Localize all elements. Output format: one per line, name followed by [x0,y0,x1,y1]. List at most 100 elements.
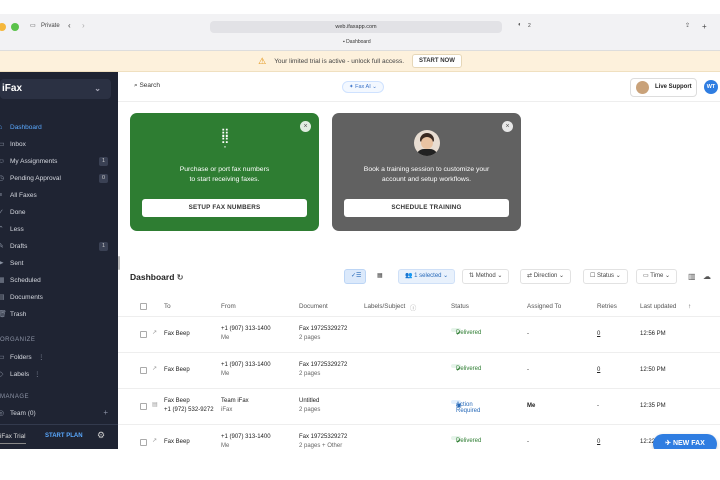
status-badge: ✔ Delivered [451,328,481,337]
status-label: Status [597,273,615,279]
maximize-button[interactable] [11,23,19,31]
method-filter[interactable]: ⇅ Method ⌄ [462,269,510,284]
document-pages: 2 pages [299,407,321,413]
search-input[interactable]: ⌕ Search [134,82,160,90]
row-checkbox[interactable] [140,367,147,374]
row-checkbox[interactable] [140,403,147,410]
document-name[interactable]: Fax 19725329272 [299,362,347,368]
document-name[interactable]: Fax 19725329272 [299,434,347,440]
setup-fax-numbers-button[interactable]: SETUP FAX NUMBERS [142,199,307,217]
new-fax-label: NEW FAX [672,440,705,447]
sidebar-toggle-icon[interactable]: ▭ [30,22,36,29]
table-row[interactable]: ↗ Fax Beep +1 (907) 313-1400 Me Fax 19725329… [118,424,720,449]
sidebar-item-sent[interactable]: ➤ Sent [0,256,112,271]
sidebar-item-dashboard[interactable]: ⌂ Dashboard [0,120,112,135]
sidebar-item-label: Inbox [10,141,26,148]
time-filter[interactable]: ▭ Time ⌄ [636,269,678,284]
fax-ai-label: Fax AI [355,84,371,90]
tab-dashboard[interactable]: ▪ Dashboard [343,39,371,45]
sidebar-item-pending-approval[interactable]: ◷ Pending Approval 0 [0,171,112,186]
from-owner: Me [221,443,230,449]
list-view-button[interactable]: ✓☰ [344,269,366,284]
layers-icon: ≡ [0,192,3,199]
cloud-download-icon[interactable]: ☁ [703,272,711,281]
direction-filter[interactable]: ⇄ Direction ⌄ [520,269,572,284]
retries-count[interactable]: - [597,403,599,409]
sidebar-item-folders[interactable]: ▭ Folders ⋮ [0,350,112,365]
column-header-labels[interactable]: Labels/Subject [364,303,405,310]
table-row[interactable]: ↗ Fax Beep +1 (907) 313-1400 Me Fax 19725329… [118,352,720,388]
live-support-label: Live Support [655,84,692,90]
column-header-from[interactable]: From [221,303,236,310]
gear-icon[interactable]: ⚙ [97,430,105,441]
address-bar[interactable]: web.ifaxapp.com [210,21,502,33]
chevron-down-icon: ⌄ [94,84,101,93]
workspace-switcher[interactable]: iFax ⌄ [0,79,111,99]
sidebar-item-my-assignments[interactable]: ☺ My Assignments 1 [0,154,112,169]
columns-icon[interactable]: ▥ [688,272,696,281]
retries-count[interactable]: 0 [597,367,600,373]
close-icon[interactable]: × [502,121,513,132]
forward-icon[interactable]: › [82,21,85,30]
sidebar-item-scheduled[interactable]: ▦ Scheduled [0,273,112,288]
new-tab-icon[interactable]: + [702,22,707,31]
retries-count[interactable]: 0 [597,331,600,337]
schedule-training-button[interactable]: SCHEDULE TRAINING [344,199,509,217]
sidebar-item-label: Scheduled [10,277,41,284]
status-filter[interactable]: ☐ Status ⌄ [583,269,628,284]
training-card-text-1: Book a training session to customize you… [363,166,490,173]
column-header-retries[interactable]: Retries [597,303,617,310]
start-now-button[interactable]: START NOW [412,54,462,68]
column-header-last-updated[interactable]: Last updated [640,303,676,310]
sidebar: iFax ⌄ ⌂ Dashboard ▭ Inbox ☺ My Assignments 1 ◷ P… [0,72,118,449]
status-badge: ▣ Action Required [451,400,480,414]
retries-count[interactable]: 0 [597,439,600,445]
close-icon[interactable]: × [300,121,311,132]
select-all-checkbox[interactable] [140,303,147,310]
column-header-document[interactable]: Document [299,303,328,310]
grid-view-button[interactable]: ▦ [370,269,386,284]
top-bar: ⌕ Search ✦ Fax AI ⌄ Live Support WT [118,72,720,102]
status-text: Delivered [456,330,482,336]
refresh-icon[interactable]: ↻ [177,273,184,282]
logo: iFax [2,83,23,94]
table-row[interactable]: ↗ Fax Beep +1 (907) 313-1400 Me Fax 19725329… [118,316,720,352]
back-icon[interactable]: ‹ [68,21,71,30]
to-name: Fax Beep [164,367,190,373]
sidebar-resize-handle[interactable] [118,256,120,270]
privacy-icon[interactable]: ◐ [518,22,522,28]
selected-filter[interactable]: 👥 1 selected ⌄ [398,269,456,284]
last-updated: 12:35 PM [640,403,666,409]
add-team-icon[interactable]: + [103,408,108,417]
sidebar-item-done[interactable]: ✓ Done [0,205,112,220]
more-icon[interactable]: ⋮ [34,367,41,382]
sidebar-item-team[interactable]: ◎ Team (0) [0,406,112,421]
sidebar-item-inbox[interactable]: ▭ Inbox [0,137,112,152]
private-label: Private [41,23,60,29]
share-icon[interactable]: ⇪ [685,22,690,29]
sidebar-item-documents[interactable]: ▤ Documents [0,290,112,305]
sidebar-item-trash[interactable]: 🗑 Trash [0,307,112,322]
sidebar-item-drafts[interactable]: ✎ Drafts 1 [0,239,112,254]
status-badge: ✔ Delivered [451,436,481,445]
new-fax-button[interactable]: ✈ NEW FAX [653,434,717,449]
fax-ai-button[interactable]: ✦ Fax AI ⌄ [342,81,384,93]
start-plan-button[interactable]: START PLAN [45,433,83,439]
minimize-button[interactable] [0,23,6,31]
column-header-status[interactable]: Status [451,303,469,310]
row-checkbox[interactable] [140,439,147,446]
more-icon[interactable]: ⋮ [38,350,45,365]
sidebar-item-labels[interactable]: ◇ Labels ⋮ [0,367,112,382]
document-name[interactable]: Untitled [299,398,319,404]
column-header-assigned[interactable]: Assigned To [527,303,561,310]
row-checkbox[interactable] [140,331,147,338]
live-support-button[interactable]: Live Support [630,78,697,97]
sidebar-item-less[interactable]: ⌃ Less [0,222,112,237]
table-row[interactable]: ▤ Fax Beep +1 (972) 532-9272 Team iFax iFax U… [118,388,720,424]
sidebar-item-all-faxes[interactable]: ≡ All Faxes [0,188,112,203]
document-name[interactable]: Fax 19725329272 [299,326,347,332]
extension-count-icon[interactable]: 2 [528,23,531,29]
sort-asc-icon[interactable]: ↑ [688,303,691,310]
column-header-to[interactable]: To [164,303,171,310]
user-avatar[interactable]: WT [704,80,718,94]
